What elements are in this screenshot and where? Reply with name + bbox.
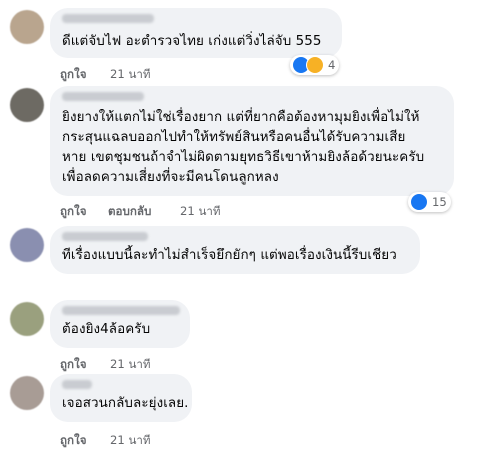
comment-text-line-3: หาย เขตชุมชนถ้าจำไม่ผิดตามยุทธวิธีเขาห้า… <box>62 150 425 165</box>
author-name-blurred[interactable] <box>62 92 144 101</box>
author-name-blurred[interactable] <box>62 380 92 389</box>
comment-bubble: ทีเรื่องแบบนี้ละทำไม่สำเร็จยึกยักๆ แต่พอ… <box>50 226 420 274</box>
like-icon <box>410 193 428 211</box>
comment-bubble: ยิงยางให้แตกไม่ใช่เรื่องยาก แต่ที่ยากคือ… <box>50 86 454 196</box>
reaction-count: 15 <box>432 195 447 209</box>
author-name-blurred[interactable] <box>62 232 148 241</box>
timestamp[interactable]: 21 นาที <box>110 356 151 374</box>
author-name-blurred[interactable] <box>62 306 180 315</box>
timestamp[interactable]: 21 นาที <box>110 66 151 84</box>
comment-text-line-1: ยิงยางให้แตกไม่ใช่เรื่องยาก แต่ที่ยากคือ… <box>62 110 420 125</box>
avatar[interactable] <box>10 228 44 262</box>
comment-text: ดีแต่จับไฟ อะตำรวจไทย เก่งแต่วิ่งไล่จับ … <box>62 34 322 49</box>
timestamp[interactable]: 21 นาที <box>180 203 221 221</box>
author-name-blurred[interactable] <box>62 14 154 23</box>
avatar[interactable] <box>10 376 44 410</box>
comment-text: เจอสวนกลับละยุ่งเลย. <box>62 396 189 411</box>
reaction-count: 4 <box>328 58 336 72</box>
comment-text: ต้องยิง4ล้อครับ <box>62 322 151 337</box>
comment-bubble: ต้องยิง4ล้อครับ <box>50 300 190 348</box>
comment-bubble: เจอสวนกลับละยุ่งเลย. <box>50 374 192 422</box>
reaction-summary[interactable]: 15 <box>408 192 451 212</box>
avatar[interactable] <box>10 302 44 336</box>
like-button[interactable]: ถูกใจ <box>60 356 87 374</box>
comment-text-line-4: เพื่อลดความเสี่ยงที่จะมีคนโดนลูกหลง <box>62 170 279 185</box>
like-button[interactable]: ถูกใจ <box>60 432 87 450</box>
like-button[interactable]: ถูกใจ <box>60 66 87 84</box>
timestamp[interactable]: 21 นาที <box>110 432 151 450</box>
comment-bubble: ดีแต่จับไฟ อะตำรวจไทย เก่งแต่วิ่งไล่จับ … <box>50 8 342 58</box>
comment-text-line-2: กระสุนแฉลบออกไปทำให้ทรัพย์สินหรือคนอื่นไ… <box>62 130 406 145</box>
avatar[interactable] <box>10 88 44 122</box>
like-button[interactable]: ถูกใจ <box>60 203 87 221</box>
comment-text: ทีเรื่องแบบนี้ละทำไม่สำเร็จยึกยักๆ แต่พอ… <box>62 248 397 263</box>
haha-icon <box>306 56 324 74</box>
reaction-summary[interactable]: 4 <box>290 55 340 75</box>
avatar[interactable] <box>10 10 44 44</box>
reply-button[interactable]: ตอบกลับ <box>108 203 151 221</box>
